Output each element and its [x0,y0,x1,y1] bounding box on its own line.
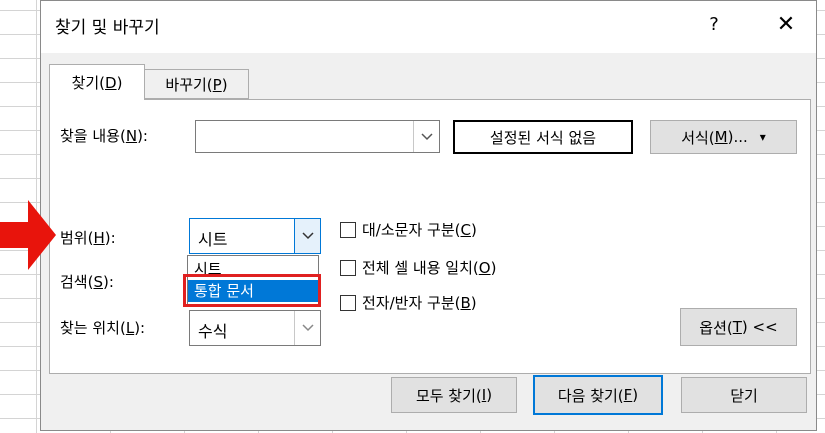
find-what-label: 찾을 내용(N): [60,127,148,145]
title-bar: 찾기 및 바꾸기 ? ✕ [41,1,816,53]
find-what-combo[interactable] [195,120,440,153]
search-label: 검색(S): [60,273,114,291]
match-entire-cell-checkbox[interactable] [340,260,356,276]
find-panel: 찾을 내용(N): 설정된 서식 없음 서식(M)... ▾ 범위(H): 시트… [49,99,811,374]
match-entire-cell-label[interactable]: 전체 셀 내용 일치(O) [362,258,496,278]
match-byte-label[interactable]: 전자/반자 구분(B) [362,293,477,313]
tab-replace[interactable]: 바꾸기(P) [145,69,249,99]
find-next-button[interactable]: 다음 찾기(F) [533,375,663,415]
format-status-button[interactable]: 설정된 서식 없음 [453,120,633,154]
close-button[interactable]: 닫기 [681,377,807,413]
look-in-label: 찾는 위치(L): [60,319,146,337]
tab-find[interactable]: 찾기(D) [49,64,145,100]
look-in-value: 수식 [198,322,228,341]
match-case-checkbox[interactable] [340,222,356,238]
dropdown-arrow-icon: ▾ [759,130,766,144]
find-all-button[interactable]: 모두 찾기(I) [391,377,517,413]
scope-select[interactable]: 시트 [189,218,321,254]
format-button[interactable]: 서식(M)... ▾ [650,120,797,154]
scope-value: 시트 [198,230,228,249]
help-button[interactable]: ? [696,7,732,43]
chevron-down-icon[interactable] [294,219,320,253]
match-byte-checkbox[interactable] [340,295,356,311]
close-x-button[interactable]: ✕ [766,7,806,43]
options-button[interactable]: 옵션(T) << [680,308,797,346]
red-arrow-icon [0,200,56,270]
match-case-label[interactable]: 대/소문자 구분(C) [362,220,477,240]
highlight-annotation-box [183,274,321,307]
chevron-down-icon[interactable] [294,311,320,345]
chevron-down-icon[interactable] [413,121,439,152]
find-replace-dialog: 찾기 및 바꾸기 ? ✕ 찾기(D) 바꾸기(P) 찾을 내용(N): 설정된 … [40,0,817,431]
dialog-title: 찾기 및 바꾸기 [55,18,160,38]
look-in-select[interactable]: 수식 [189,310,321,346]
scope-label: 범위(H): [60,229,116,247]
